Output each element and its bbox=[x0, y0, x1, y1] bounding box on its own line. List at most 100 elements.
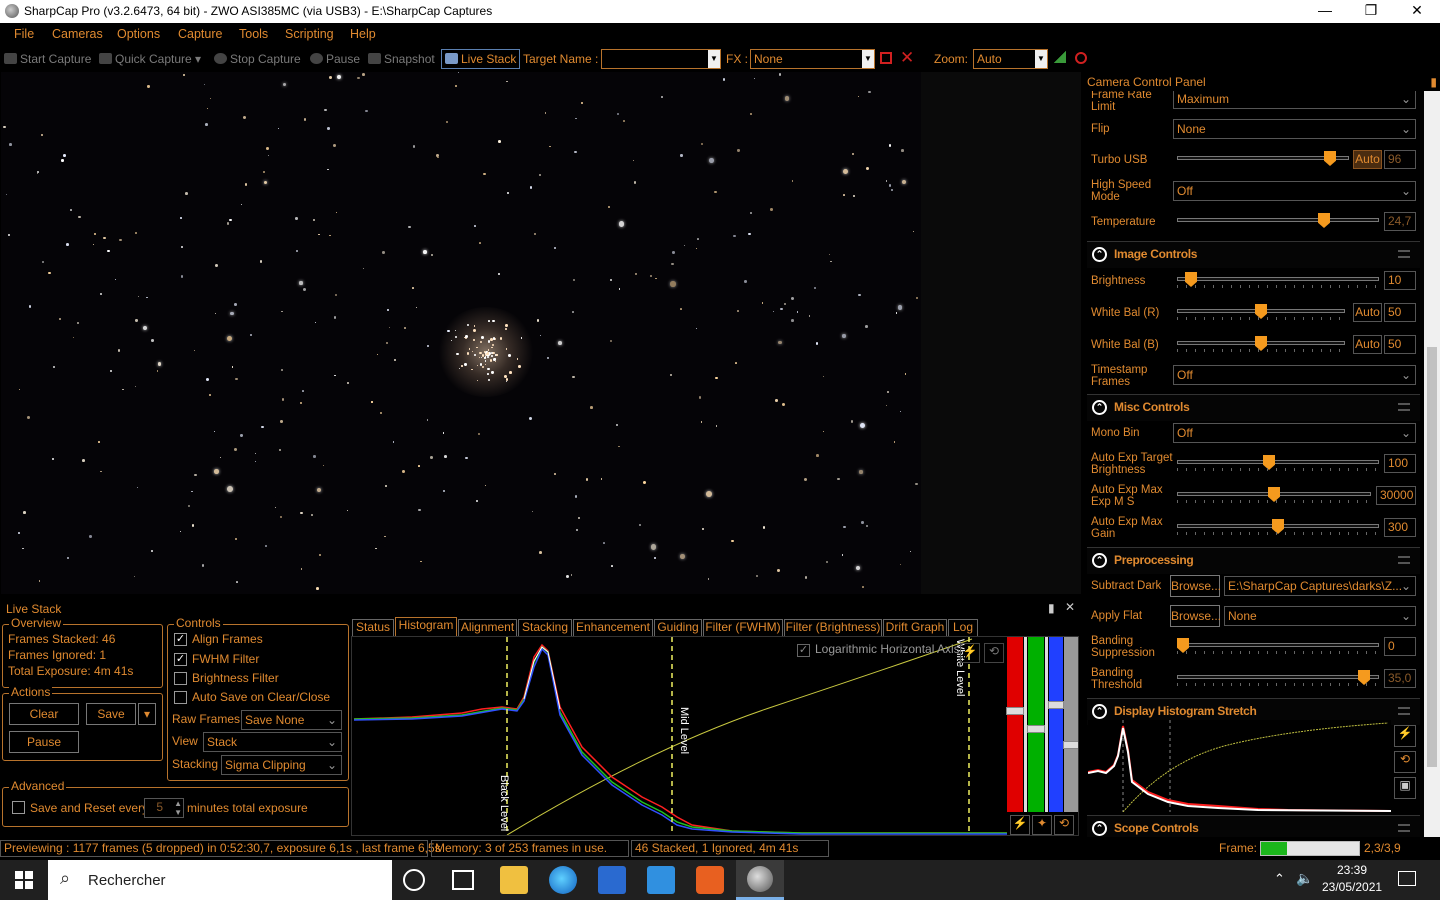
menu-icon[interactable] bbox=[1398, 824, 1410, 832]
raw-frames-select[interactable]: Save None ⌄ bbox=[241, 710, 342, 730]
menu-icon[interactable] bbox=[1398, 556, 1410, 564]
save-options-button[interactable]: ▾ bbox=[138, 703, 156, 725]
auto-stretch-button[interactable]: ⚡ bbox=[1394, 725, 1416, 747]
save-button[interactable]: Save bbox=[86, 703, 136, 725]
align-frames-checkbox[interactable]: ✓ bbox=[174, 633, 187, 646]
save-stretch-button[interactable]: ▣ bbox=[1394, 777, 1416, 799]
brightness-value[interactable]: 10 bbox=[1384, 271, 1416, 290]
minutes-spinner[interactable]: 5 ▲ ▼ bbox=[144, 798, 184, 818]
pin-icon[interactable]: ▮ bbox=[1430, 75, 1437, 89]
stacking-select[interactable]: Sigma Clipping ⌄ bbox=[221, 755, 342, 775]
clock-date[interactable]: 23/05/2021 bbox=[1322, 880, 1382, 894]
banding-suppression-value[interactable]: 0 bbox=[1384, 637, 1416, 656]
misc-controls-header[interactable]: ⌃ Misc Controls bbox=[1087, 394, 1420, 421]
crosshair-icon[interactable]: ✕ bbox=[900, 48, 914, 68]
brightness-slider[interactable] bbox=[1177, 272, 1379, 288]
scope-controls-header[interactable]: ⌃ Scope Controls bbox=[1087, 815, 1420, 837]
auto-exp-target-slider[interactable] bbox=[1177, 455, 1379, 471]
edge-browser-icon[interactable] bbox=[549, 866, 577, 894]
tab-histogram[interactable]: Histogram bbox=[395, 617, 457, 636]
target-name-input[interactable]: ▼ bbox=[601, 49, 721, 69]
live-stack-button[interactable]: Live Stack bbox=[441, 49, 521, 69]
collapse-icon[interactable]: ⌃ bbox=[1092, 704, 1107, 719]
collapse-icon[interactable]: ⌃ bbox=[1092, 247, 1107, 262]
menu-icon[interactable] bbox=[1398, 250, 1410, 258]
subtract-dark-browse-button[interactable]: Browse... bbox=[1170, 575, 1221, 597]
menu-options[interactable]: Options bbox=[117, 27, 160, 41]
camera-panel-scrollbar[interactable] bbox=[1424, 91, 1440, 837]
menu-icon[interactable] bbox=[1398, 707, 1410, 715]
subtract-dark-select[interactable]: E:\SharpCap Captures\darks\Z... ⌄ bbox=[1224, 576, 1416, 596]
auto-exp-max-ms-slider[interactable] bbox=[1177, 487, 1371, 503]
tab-guiding[interactable]: Guiding bbox=[654, 619, 702, 636]
close-icon[interactable]: ✕ bbox=[1065, 600, 1075, 614]
zoom-select[interactable]: Auto ▼ bbox=[973, 49, 1048, 69]
collapse-icon[interactable]: ⌃ bbox=[1092, 400, 1107, 415]
focus-icon[interactable] bbox=[1075, 52, 1087, 64]
auto-exp-max-gain-value[interactable]: 300 bbox=[1384, 518, 1416, 537]
white-bal-b-value[interactable]: 50 bbox=[1384, 335, 1416, 354]
slider-thumb[interactable] bbox=[1063, 741, 1078, 749]
log-axis-checkbox[interactable]: ✓ bbox=[797, 644, 810, 657]
auto-exp-target-value[interactable]: 100 bbox=[1384, 454, 1416, 473]
spinner-arrows-icon[interactable]: ▲ ▼ bbox=[174, 799, 182, 817]
auto-exp-max-ms-value[interactable]: 30000 bbox=[1376, 486, 1416, 505]
menu-scripting[interactable]: Scripting bbox=[285, 27, 334, 41]
stack-histogram-chart[interactable] bbox=[352, 637, 1079, 836]
scrollbar-thumb[interactable] bbox=[1427, 347, 1437, 767]
reset-icon[interactable]: ⟲ bbox=[1054, 815, 1074, 835]
image-viewer[interactable] bbox=[1, 72, 921, 594]
minimize-button[interactable]: — bbox=[1302, 0, 1348, 23]
slider-thumb[interactable] bbox=[1027, 725, 1045, 733]
speaker-icon[interactable]: 🔈 bbox=[1296, 870, 1313, 887]
white-bal-r-value[interactable]: 50 bbox=[1384, 303, 1416, 322]
slider-thumb[interactable] bbox=[1048, 701, 1064, 709]
windows-start-icon[interactable] bbox=[15, 871, 33, 889]
blogger-icon[interactable] bbox=[696, 866, 724, 894]
pause-button[interactable]: Pause bbox=[310, 52, 360, 66]
mono-bin-select[interactable]: Off ⌄ bbox=[1173, 423, 1416, 443]
chevron-up-icon[interactable]: ⌃ bbox=[1274, 871, 1285, 887]
menu-tools[interactable]: Tools bbox=[239, 27, 268, 41]
pause-stack-button[interactable]: Pause bbox=[9, 731, 79, 753]
tab-filter-brightness[interactable]: Filter (Brightness) bbox=[784, 619, 882, 636]
timestamp-frames-select[interactable]: Off ⌄ bbox=[1173, 365, 1416, 385]
pin-icon[interactable]: ▮ bbox=[1048, 601, 1055, 615]
red-level-slider[interactable] bbox=[1006, 637, 1024, 812]
temperature-slider[interactable] bbox=[1177, 213, 1379, 229]
close-button[interactable]: ✕ bbox=[1394, 0, 1440, 23]
selection-area-icon[interactable] bbox=[880, 52, 892, 64]
turbo-usb-value[interactable]: 96 bbox=[1384, 150, 1416, 169]
turbo-usb-slider[interactable] bbox=[1177, 151, 1349, 167]
histogram-icon[interactable] bbox=[1054, 51, 1066, 63]
file-explorer-icon[interactable] bbox=[500, 866, 528, 894]
collapse-icon[interactable]: ⌃ bbox=[1092, 553, 1107, 568]
menu-file[interactable]: File bbox=[14, 27, 34, 41]
collapse-icon[interactable]: ⌃ bbox=[1092, 821, 1107, 836]
tab-enhancement[interactable]: Enhancement bbox=[573, 619, 653, 636]
maximize-button[interactable]: ❐ bbox=[1348, 0, 1394, 23]
menu-icon[interactable] bbox=[1398, 403, 1410, 411]
menu-help[interactable]: Help bbox=[350, 27, 376, 41]
fwhm-filter-checkbox[interactable]: ✓ bbox=[174, 653, 187, 666]
auto-stretch-icon[interactable]: ⚡ bbox=[960, 643, 980, 663]
preprocessing-header[interactable]: ⌃ Preprocessing bbox=[1087, 547, 1420, 574]
stack-histogram[interactable]: Black Level Mid Level White Level ✓ Loga… bbox=[351, 636, 1079, 836]
slider-thumb[interactable] bbox=[1006, 707, 1024, 715]
tab-log[interactable]: Log bbox=[948, 619, 978, 636]
white-bal-b-auto-button[interactable]: Auto bbox=[1353, 335, 1382, 354]
display-histogram-chart[interactable] bbox=[1088, 720, 1391, 812]
white-bal-r-slider[interactable] bbox=[1177, 304, 1345, 320]
slider-thumb[interactable] bbox=[1318, 213, 1330, 228]
menu-cameras[interactable]: Cameras bbox=[52, 27, 103, 41]
tab-status[interactable]: Status bbox=[352, 619, 394, 636]
notification-icon[interactable] bbox=[1398, 871, 1416, 886]
tab-alignment[interactable]: Alignment bbox=[458, 619, 517, 636]
taskbar-search[interactable]: ⌕ Rechercher bbox=[48, 860, 392, 900]
star-icon[interactable]: ✦ bbox=[1032, 815, 1052, 835]
view-select[interactable]: Stack ⌄ bbox=[203, 732, 342, 752]
blue-level-slider[interactable] bbox=[1048, 637, 1064, 812]
snapshot-button[interactable]: Snapshot bbox=[368, 52, 435, 66]
banding-suppression-slider[interactable] bbox=[1177, 638, 1379, 654]
stop-capture-button[interactable]: Stop Capture bbox=[214, 52, 301, 66]
